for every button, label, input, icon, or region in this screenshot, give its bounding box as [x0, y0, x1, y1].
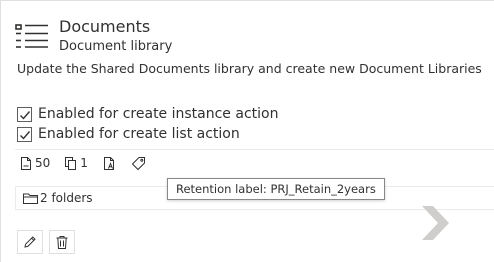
- document-label-icon: [103, 156, 114, 170]
- documents-count: 50: [35, 156, 51, 170]
- folders-link[interactable]: 2 folders: [23, 191, 93, 205]
- versions-count: 1: [80, 156, 88, 170]
- delete-button[interactable]: [49, 230, 75, 254]
- library-card: Documents Document library Update the Sh…: [0, 0, 494, 262]
- create-list-label: Enabled for create list action: [38, 126, 240, 142]
- folders-label: 2 folders: [40, 191, 93, 205]
- library-stats: 50 1: [19, 154, 160, 172]
- checkmark-icon: [20, 110, 31, 120]
- create-instance-label: Enabled for create instance action: [38, 106, 279, 122]
- create-instance-option[interactable]: Enabled for create instance action: [17, 106, 278, 122]
- documents-count-stat[interactable]: 50: [19, 156, 50, 171]
- documents-icon: [21, 156, 31, 170]
- create-list-option[interactable]: Enabled for create list action: [17, 126, 240, 142]
- copy-icon: [65, 156, 77, 170]
- pencil-icon: [24, 236, 36, 248]
- folder-icon: [23, 193, 38, 204]
- create-instance-checkbox[interactable]: [17, 106, 32, 122]
- divider: [15, 149, 494, 150]
- retention-label-stat[interactable]: [131, 156, 146, 171]
- versions-count-stat[interactable]: 1: [64, 156, 88, 171]
- tag-icon: [131, 156, 145, 170]
- sensitivity-label-stat[interactable]: [102, 156, 117, 171]
- library-title: Documents: [59, 17, 151, 36]
- edit-button[interactable]: [17, 230, 43, 254]
- checkmark-icon: [20, 130, 31, 140]
- create-list-checkbox[interactable]: [17, 126, 32, 142]
- library-description: Update the Shared Documents library and …: [17, 61, 482, 76]
- retention-label-tooltip: Retention label: PRJ_Retain_2years: [167, 178, 385, 200]
- library-type: Document library: [59, 39, 173, 54]
- chevron-right-icon[interactable]: [419, 204, 451, 242]
- trash-icon: [56, 235, 68, 249]
- list-icon: [15, 24, 48, 48]
